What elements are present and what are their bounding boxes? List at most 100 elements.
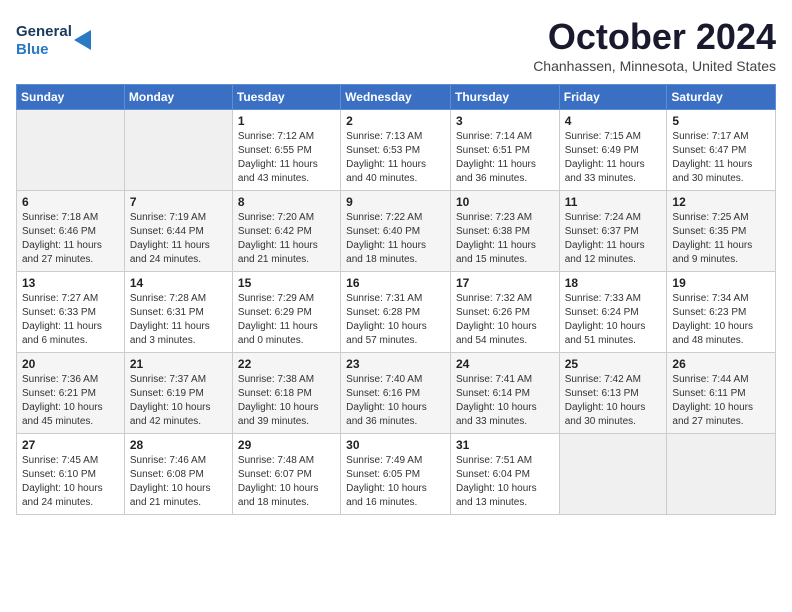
table-row: 3 Sunrise: 7:14 AM Sunset: 6:51 PM Daylig… <box>450 110 559 191</box>
calendar-week-2: 13 Sunrise: 7:27 AM Sunset: 6:33 PM Dayli… <box>17 272 776 353</box>
day-number: 29 <box>238 438 335 452</box>
day-detail: Sunrise: 7:49 AM Sunset: 6:05 PM Dayligh… <box>346 454 445 510</box>
table-row: 24 Sunrise: 7:41 AM Sunset: 6:14 PM Dayli… <box>450 353 559 434</box>
day-detail: Sunrise: 7:46 AM Sunset: 6:08 PM Dayligh… <box>130 454 227 510</box>
table-row: 9 Sunrise: 7:22 AM Sunset: 6:40 PM Daylig… <box>341 191 451 272</box>
table-row: 31Sunrise: 7:51 AM Sunset: 6:04 PM Dayli… <box>450 434 559 515</box>
col-friday: Friday <box>559 85 667 110</box>
day-number: 12 <box>672 195 770 209</box>
day-detail: Sunrise: 7:33 AM Sunset: 6:24 PM Dayligh… <box>565 292 662 348</box>
table-row: 5 Sunrise: 7:17 AM Sunset: 6:47 PM Daylig… <box>667 110 776 191</box>
table-row: 30Sunrise: 7:49 AM Sunset: 6:05 PM Dayli… <box>341 434 451 515</box>
day-number: 7 <box>130 195 227 209</box>
day-detail: Sunrise: 7:45 AM Sunset: 6:10 PM Dayligh… <box>22 454 119 510</box>
day-detail: Sunrise: 7:48 AM Sunset: 6:07 PM Dayligh… <box>238 454 335 510</box>
day-number: 24 <box>456 357 554 371</box>
day-number: 14 <box>130 276 227 290</box>
day-detail: Sunrise: 7:28 AM Sunset: 6:31 PM Dayligh… <box>130 292 227 348</box>
day-number: 4 <box>565 114 662 128</box>
day-number: 15 <box>238 276 335 290</box>
day-number: 21 <box>130 357 227 371</box>
day-number: 26 <box>672 357 770 371</box>
table-row: 12 Sunrise: 7:25 AM Sunset: 6:35 PM Dayli… <box>667 191 776 272</box>
day-detail: Sunrise: 7:44 AM Sunset: 6:11 PM Dayligh… <box>672 373 770 429</box>
day-detail: Sunrise: 7:31 AM Sunset: 6:28 PM Dayligh… <box>346 292 445 348</box>
day-number: 20 <box>22 357 119 371</box>
day-detail: Sunrise: 7:41 AM Sunset: 6:14 PM Dayligh… <box>456 373 554 429</box>
col-sunday: Sunday <box>17 85 125 110</box>
table-row: 29 Sunrise: 7:48 AM Sunset: 6:07 PM Dayli… <box>232 434 340 515</box>
svg-text:General: General <box>16 23 72 40</box>
col-tuesday: Tuesday <box>232 85 340 110</box>
day-detail: Sunrise: 7:27 AM Sunset: 6:33 PM Dayligh… <box>22 292 119 348</box>
day-detail: Sunrise: 7:23 AM Sunset: 6:38 PM Dayligh… <box>456 211 554 267</box>
calendar-week-1: 6Sunrise: 7:18 AM Sunset: 6:46 PM Daylig… <box>17 191 776 272</box>
day-number: 28 <box>130 438 227 452</box>
table-row: 27 Sunrise: 7:45 AM Sunset: 6:10 PM Dayli… <box>17 434 125 515</box>
table-row: 6Sunrise: 7:18 AM Sunset: 6:46 PM Daylig… <box>17 191 125 272</box>
day-detail: Sunrise: 7:32 AM Sunset: 6:26 PM Dayligh… <box>456 292 554 348</box>
table-row <box>17 110 125 191</box>
day-detail: Sunrise: 7:34 AM Sunset: 6:23 PM Dayligh… <box>672 292 770 348</box>
day-detail: Sunrise: 7:14 AM Sunset: 6:51 PM Dayligh… <box>456 130 554 186</box>
day-detail: Sunrise: 7:36 AM Sunset: 6:21 PM Dayligh… <box>22 373 119 429</box>
day-detail: Sunrise: 7:18 AM Sunset: 6:46 PM Dayligh… <box>22 211 119 267</box>
col-monday: Monday <box>124 85 232 110</box>
table-row: 17 Sunrise: 7:32 AM Sunset: 6:26 PM Dayli… <box>450 272 559 353</box>
calendar-week-3: 20 Sunrise: 7:36 AM Sunset: 6:21 PM Dayli… <box>17 353 776 434</box>
day-detail: Sunrise: 7:40 AM Sunset: 6:16 PM Dayligh… <box>346 373 445 429</box>
svg-text:Blue: Blue <box>16 41 49 58</box>
table-row: 16Sunrise: 7:31 AM Sunset: 6:28 PM Dayli… <box>341 272 451 353</box>
table-row: 11 Sunrise: 7:24 AM Sunset: 6:37 PM Dayli… <box>559 191 667 272</box>
table-row: 7 Sunrise: 7:19 AM Sunset: 6:44 PM Daylig… <box>124 191 232 272</box>
day-detail: Sunrise: 7:25 AM Sunset: 6:35 PM Dayligh… <box>672 211 770 267</box>
location: Chanhassen, Minnesota, United States <box>533 58 776 74</box>
day-detail: Sunrise: 7:17 AM Sunset: 6:47 PM Dayligh… <box>672 130 770 186</box>
day-number: 9 <box>346 195 445 209</box>
page: General Blue October 2024 Chanhassen, Mi… <box>0 0 792 612</box>
calendar-week-0: 1Sunrise: 7:12 AM Sunset: 6:55 PM Daylig… <box>17 110 776 191</box>
day-number: 31 <box>456 438 554 452</box>
table-row: 1Sunrise: 7:12 AM Sunset: 6:55 PM Daylig… <box>232 110 340 191</box>
table-row <box>124 110 232 191</box>
table-row: 8Sunrise: 7:20 AM Sunset: 6:42 PM Daylig… <box>232 191 340 272</box>
table-row: 13 Sunrise: 7:27 AM Sunset: 6:33 PM Dayli… <box>17 272 125 353</box>
day-number: 13 <box>22 276 119 290</box>
calendar-table: Sunday Monday Tuesday Wednesday Thursday… <box>16 84 776 515</box>
table-row: 25 Sunrise: 7:42 AM Sunset: 6:13 PM Dayli… <box>559 353 667 434</box>
table-row: 21 Sunrise: 7:37 AM Sunset: 6:19 PM Dayli… <box>124 353 232 434</box>
day-detail: Sunrise: 7:15 AM Sunset: 6:49 PM Dayligh… <box>565 130 662 186</box>
table-row: 4 Sunrise: 7:15 AM Sunset: 6:49 PM Daylig… <box>559 110 667 191</box>
col-thursday: Thursday <box>450 85 559 110</box>
day-detail: Sunrise: 7:19 AM Sunset: 6:44 PM Dayligh… <box>130 211 227 267</box>
day-number: 3 <box>456 114 554 128</box>
table-row: 10 Sunrise: 7:23 AM Sunset: 6:38 PM Dayli… <box>450 191 559 272</box>
table-row: 19 Sunrise: 7:34 AM Sunset: 6:23 PM Dayli… <box>667 272 776 353</box>
day-detail: Sunrise: 7:12 AM Sunset: 6:55 PM Dayligh… <box>238 130 335 186</box>
day-number: 25 <box>565 357 662 371</box>
table-row: 15Sunrise: 7:29 AM Sunset: 6:29 PM Dayli… <box>232 272 340 353</box>
day-number: 22 <box>238 357 335 371</box>
day-number: 17 <box>456 276 554 290</box>
day-number: 27 <box>22 438 119 452</box>
day-detail: Sunrise: 7:24 AM Sunset: 6:37 PM Dayligh… <box>565 211 662 267</box>
day-number: 10 <box>456 195 554 209</box>
table-row: 2Sunrise: 7:13 AM Sunset: 6:53 PM Daylig… <box>341 110 451 191</box>
header: General Blue October 2024 Chanhassen, Mi… <box>16 16 776 74</box>
table-row: 23Sunrise: 7:40 AM Sunset: 6:16 PM Dayli… <box>341 353 451 434</box>
day-detail: Sunrise: 7:20 AM Sunset: 6:42 PM Dayligh… <box>238 211 335 267</box>
table-row <box>667 434 776 515</box>
day-detail: Sunrise: 7:37 AM Sunset: 6:19 PM Dayligh… <box>130 373 227 429</box>
day-number: 19 <box>672 276 770 290</box>
day-number: 11 <box>565 195 662 209</box>
day-detail: Sunrise: 7:22 AM Sunset: 6:40 PM Dayligh… <box>346 211 445 267</box>
day-number: 5 <box>672 114 770 128</box>
day-detail: Sunrise: 7:38 AM Sunset: 6:18 PM Dayligh… <box>238 373 335 429</box>
title-area: October 2024 Chanhassen, Minnesota, Unit… <box>533 16 776 74</box>
table-row: 26 Sunrise: 7:44 AM Sunset: 6:11 PM Dayli… <box>667 353 776 434</box>
day-number: 18 <box>565 276 662 290</box>
day-detail: Sunrise: 7:42 AM Sunset: 6:13 PM Dayligh… <box>565 373 662 429</box>
logo-svg: General Blue <box>16 16 106 60</box>
col-wednesday: Wednesday <box>341 85 451 110</box>
table-row: 18 Sunrise: 7:33 AM Sunset: 6:24 PM Dayli… <box>559 272 667 353</box>
